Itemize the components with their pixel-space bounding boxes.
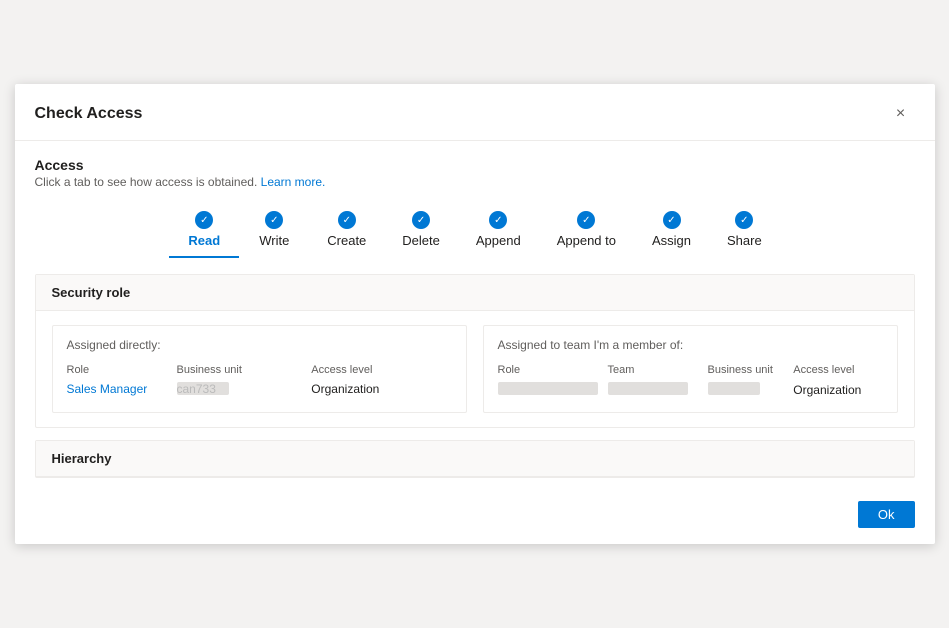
tab-create-label: Create	[327, 233, 366, 248]
col-header-business-unit: Business unit	[177, 362, 312, 380]
tab-write-label: Write	[259, 233, 289, 248]
team-access-level-cell: Organization	[793, 380, 882, 400]
learn-more-link[interactable]: Learn more.	[261, 175, 326, 189]
tab-read-label: Read	[188, 233, 220, 248]
team-business-unit-cell	[708, 380, 794, 400]
dialog-title: Check Access	[35, 105, 143, 123]
dialog-body: Access Click a tab to see how access is …	[15, 141, 935, 506]
assigned-directly-table: Role Business unit Access level Sales Ma…	[67, 362, 452, 398]
assigned-directly-card: Assigned directly: Role Business unit Ac…	[52, 325, 467, 413]
access-description: Click a tab to see how access is obtaine…	[35, 175, 915, 189]
table-row: Organization	[498, 380, 883, 400]
role-link-manager[interactable]: Manager	[97, 382, 148, 396]
col-header-team: Team	[608, 362, 708, 380]
hierarchy-section: Hierarchy	[35, 440, 915, 478]
role-link-sales[interactable]: Sales	[67, 382, 97, 396]
team-value	[608, 382, 688, 395]
table-row: Sales Manager can733 Organization	[67, 380, 452, 398]
tab-append-to[interactable]: ✓ Append to	[539, 205, 634, 258]
tabs-container: ✓ Read ✓ Write ✓ Create ✓ Delete ✓ Appen…	[35, 205, 915, 258]
col-header-access-level: Access level	[311, 362, 451, 380]
tab-append[interactable]: ✓ Append	[458, 205, 539, 258]
assign-check-icon: ✓	[663, 211, 681, 229]
tab-create[interactable]: ✓ Create	[309, 205, 384, 258]
col-header-team-role: Role	[498, 362, 608, 380]
tab-assign-label: Assign	[652, 233, 691, 248]
assigned-team-card: Assigned to team I'm a member of: Role T…	[483, 325, 898, 413]
close-button[interactable]: ×	[887, 100, 915, 128]
tab-delete[interactable]: ✓ Delete	[384, 205, 458, 258]
tab-delete-label: Delete	[402, 233, 440, 248]
assigned-grid: Assigned directly: Role Business unit Ac…	[52, 325, 898, 413]
tab-read[interactable]: ✓ Read	[169, 205, 239, 258]
tab-assign[interactable]: ✓ Assign	[634, 205, 709, 258]
share-check-icon: ✓	[735, 211, 753, 229]
read-check-icon: ✓	[195, 211, 213, 229]
delete-check-icon: ✓	[412, 211, 430, 229]
dialog-footer: Ok	[858, 501, 915, 528]
close-icon: ×	[896, 105, 905, 123]
security-role-header: Security role	[36, 275, 914, 311]
tab-share-label: Share	[727, 233, 762, 248]
team-business-unit-value	[708, 382, 760, 395]
team-role-value	[498, 382, 598, 395]
tab-append-to-label: Append to	[557, 233, 616, 248]
append-to-check-icon: ✓	[577, 211, 595, 229]
col-header-role: Role	[67, 362, 177, 380]
create-check-icon: ✓	[338, 211, 356, 229]
ok-button[interactable]: Ok	[858, 501, 915, 528]
dialog-header: Check Access ×	[15, 84, 935, 141]
assigned-team-table: Role Team Business unit Access level	[498, 362, 883, 400]
team-role-cell	[498, 380, 608, 400]
security-role-body: Assigned directly: Role Business unit Ac…	[36, 311, 914, 427]
assigned-team-title: Assigned to team I'm a member of:	[498, 338, 883, 352]
access-title: Access	[35, 157, 915, 173]
append-check-icon: ✓	[489, 211, 507, 229]
tab-append-label: Append	[476, 233, 521, 248]
col-header-team-business-unit: Business unit	[708, 362, 794, 380]
business-unit-value: can733	[177, 382, 229, 395]
access-level-cell: Organization	[311, 380, 451, 398]
tab-write[interactable]: ✓ Write	[239, 205, 309, 258]
assigned-directly-title: Assigned directly:	[67, 338, 452, 352]
role-cell: Sales Manager	[67, 380, 177, 398]
hierarchy-header: Hierarchy	[36, 441, 914, 477]
team-cell	[608, 380, 708, 400]
col-header-team-access-level: Access level	[793, 362, 882, 380]
business-unit-cell: can733	[177, 380, 312, 398]
write-check-icon: ✓	[265, 211, 283, 229]
security-role-section: Security role Assigned directly: Role Bu…	[35, 274, 915, 428]
check-access-dialog: Check Access × Access Click a tab to see…	[15, 84, 935, 544]
tab-share[interactable]: ✓ Share	[709, 205, 780, 258]
